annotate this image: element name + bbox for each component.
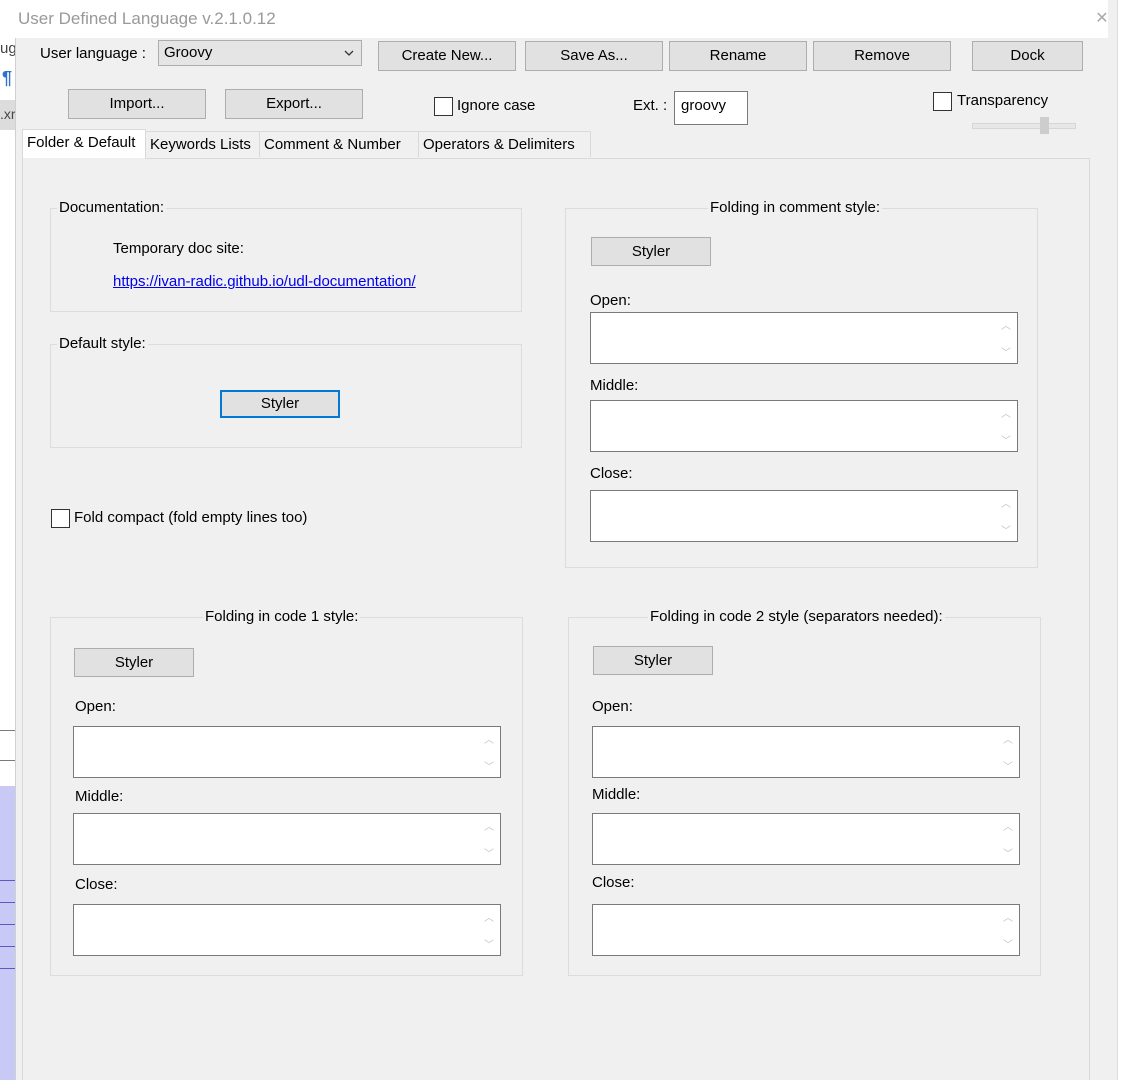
background-divider — [0, 924, 16, 925]
tab-folder-default[interactable]: Folder & Default — [22, 129, 146, 159]
remove-button[interactable]: Remove — [813, 41, 951, 71]
code2-middle-label: Middle: — [592, 786, 641, 803]
rename-button[interactable]: Rename — [669, 41, 807, 71]
background-selection — [0, 786, 16, 1080]
code1-close-textarea[interactable]: ︿ ﹀ — [73, 904, 501, 956]
window-edge — [1117, 0, 1123, 1080]
code1-styler-button[interactable]: Styler — [74, 648, 194, 677]
chevron-down-icon[interactable]: ﹀ — [484, 758, 494, 773]
comment-open-textarea[interactable]: ︿ ﹀ — [590, 312, 1018, 364]
chevron-down-icon[interactable]: ﹀ — [1003, 758, 1013, 773]
close-button[interactable]: ✕ — [1087, 5, 1117, 33]
comment-close-textarea[interactable]: ︿ ﹀ — [590, 490, 1018, 542]
scrollbar[interactable]: ︿ ﹀ — [478, 905, 500, 955]
create-new-button[interactable]: Create New... — [378, 41, 516, 71]
fold-compact-checkbox[interactable] — [51, 509, 70, 528]
save-as-button[interactable]: Save As... — [525, 41, 663, 71]
temp-doc-label: Temporary doc site: — [113, 240, 244, 257]
comment-middle-label: Middle: — [590, 377, 639, 394]
chevron-up-icon[interactable]: ︿ — [1003, 731, 1013, 746]
background-divider — [0, 902, 16, 903]
background-divider — [0, 946, 16, 947]
code2-close-textarea[interactable]: ︿ ﹀ — [592, 904, 1020, 956]
background-divider — [0, 760, 16, 761]
ext-label: Ext. : — [633, 97, 668, 114]
pilcrow-icon: ¶ — [2, 68, 13, 88]
default-styler-button[interactable]: Styler — [220, 390, 340, 418]
close-icon: ✕ — [1095, 10, 1109, 27]
ext-input[interactable]: groovy — [674, 91, 748, 125]
documentation-group — [50, 208, 522, 312]
code1-open-label: Open: — [75, 698, 116, 715]
tab-keywords-lists[interactable]: Keywords Lists — [145, 131, 260, 157]
transparency-label: Transparency — [957, 92, 1049, 109]
code1-middle-label: Middle: — [75, 788, 124, 805]
ignore-case-label: Ignore case — [457, 97, 536, 114]
chevron-down-icon[interactable]: ﹀ — [484, 845, 494, 860]
scrollbar[interactable]: ︿ ﹀ — [997, 814, 1019, 864]
dock-button[interactable]: Dock — [972, 41, 1083, 71]
background-divider — [0, 730, 16, 731]
fold-compact-label: Fold compact (fold empty lines too) — [74, 509, 308, 526]
chevron-up-icon[interactable]: ︿ — [1001, 405, 1011, 420]
background-tab-label: .xr — [0, 106, 16, 122]
user-language-select[interactable]: Groovy — [158, 40, 362, 66]
window-title: User Defined Language v.2.1.0.12 — [18, 9, 276, 28]
code2-middle-textarea[interactable]: ︿ ﹀ — [592, 813, 1020, 865]
code1-close-label: Close: — [75, 876, 118, 893]
doc-link[interactable]: https://ivan-radic.github.io/udl-documen… — [113, 273, 416, 290]
code2-styler-button[interactable]: Styler — [593, 646, 713, 675]
ignore-case-checkbox[interactable] — [434, 97, 453, 116]
code2-style-legend: Folding in code 2 style (separators need… — [648, 608, 945, 625]
chevron-up-icon[interactable]: ︿ — [1001, 495, 1011, 510]
chevron-down-icon[interactable]: ﹀ — [484, 936, 494, 951]
scrollbar[interactable]: ︿ ﹀ — [478, 814, 500, 864]
user-language-value: Groovy — [164, 44, 213, 61]
scrollbar[interactable]: ︿ ﹀ — [995, 401, 1017, 451]
code2-open-label: Open: — [592, 698, 633, 715]
transparency-checkbox[interactable] — [933, 92, 952, 111]
code1-style-legend: Folding in code 1 style: — [203, 608, 361, 625]
background-divider — [0, 968, 16, 969]
export-button[interactable]: Export... — [225, 89, 363, 119]
chevron-down-icon — [343, 41, 355, 74]
chevron-down-icon[interactable]: ﹀ — [1001, 432, 1011, 447]
active-tab-join — [23, 158, 145, 164]
scrollbar[interactable]: ︿ ﹀ — [995, 491, 1017, 541]
code2-open-textarea[interactable]: ︿ ﹀ — [592, 726, 1020, 778]
documentation-legend: Documentation: — [57, 199, 167, 216]
user-language-label: User language : — [40, 45, 146, 62]
scrollbar[interactable]: ︿ ﹀ — [997, 905, 1019, 955]
tab-comment-number[interactable]: Comment & Number — [259, 131, 419, 157]
transparency-slider[interactable] — [972, 123, 1076, 129]
comment-middle-textarea[interactable]: ︿ ﹀ — [590, 400, 1018, 452]
chevron-up-icon[interactable]: ︿ — [1001, 317, 1011, 332]
chevron-down-icon[interactable]: ﹀ — [1001, 344, 1011, 359]
chevron-down-icon[interactable]: ﹀ — [1003, 936, 1013, 951]
comment-open-label: Open: — [590, 292, 631, 309]
chevron-up-icon[interactable]: ︿ — [484, 731, 494, 746]
code1-open-textarea[interactable]: ︿ ﹀ — [73, 726, 501, 778]
chevron-down-icon[interactable]: ﹀ — [1001, 522, 1011, 537]
scrollbar[interactable]: ︿ ﹀ — [995, 313, 1017, 363]
tab-operators-delimiters[interactable]: Operators & Delimiters — [418, 131, 591, 157]
background-divider — [0, 880, 16, 881]
code2-close-label: Close: — [592, 874, 635, 891]
chevron-up-icon[interactable]: ︿ — [484, 909, 494, 924]
chevron-up-icon[interactable]: ︿ — [1003, 909, 1013, 924]
transparency-slider-thumb[interactable] — [1040, 117, 1049, 134]
comment-close-label: Close: — [590, 465, 633, 482]
chevron-up-icon[interactable]: ︿ — [1003, 818, 1013, 833]
chevron-up-icon[interactable]: ︿ — [484, 818, 494, 833]
chevron-down-icon[interactable]: ﹀ — [1003, 845, 1013, 860]
comment-style-legend: Folding in comment style: — [708, 199, 883, 216]
comment-styler-button[interactable]: Styler — [591, 237, 711, 266]
code1-middle-textarea[interactable]: ︿ ﹀ — [73, 813, 501, 865]
default-style-legend: Default style: — [57, 335, 148, 352]
import-button[interactable]: Import... — [68, 89, 206, 119]
scrollbar[interactable]: ︿ ﹀ — [478, 727, 500, 777]
scrollbar[interactable]: ︿ ﹀ — [997, 727, 1019, 777]
